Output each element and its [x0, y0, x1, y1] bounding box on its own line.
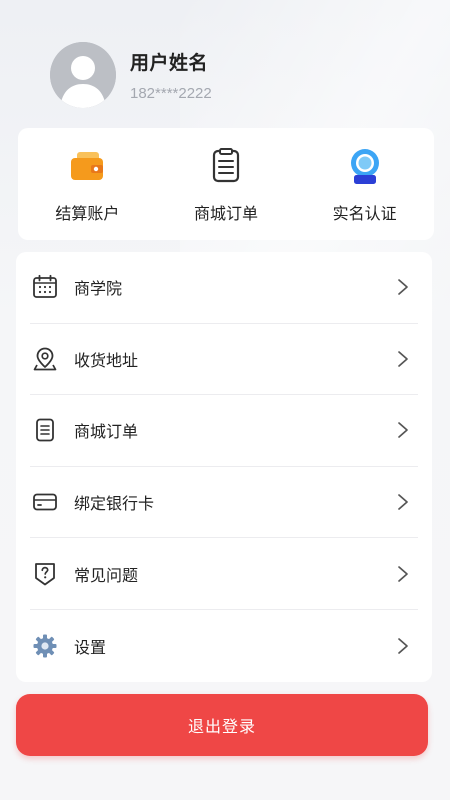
menu-item-mall-orders[interactable]: 商城订单 [30, 395, 418, 467]
quick-label: 实名认证 [332, 204, 397, 223]
user-name: 用户姓名 [130, 52, 209, 74]
menu-label: 绑定银行卡 [74, 494, 155, 514]
menu-item-faq[interactable]: 常见问题 [30, 538, 418, 610]
user-silhouette-icon [50, 42, 116, 108]
menu-item-bind-bank-card[interactable]: 绑定银行卡 [30, 467, 418, 539]
question-shield-icon [35, 562, 55, 586]
quick-real-name-verify[interactable]: 实名认证 [305, 146, 425, 224]
chevron-right-icon [398, 422, 408, 439]
order-list-icon [212, 148, 240, 183]
menu-label: 收货地址 [74, 350, 139, 370]
chevron-right-icon [398, 637, 408, 654]
menu-list: 商学院 收货地址 商城订单 绑定银行卡 常见问题 设置 [16, 252, 432, 682]
menu-label: 商城订单 [74, 422, 139, 442]
quick-label: 结算账户 [55, 204, 120, 223]
location-pin-icon [33, 347, 57, 371]
wallet-icon [71, 152, 104, 180]
calendar-icon [33, 275, 57, 299]
card-icon [33, 493, 57, 511]
quick-settlement-account[interactable]: 结算账户 [27, 146, 147, 224]
menu-item-settings[interactable]: 设置 [30, 610, 418, 682]
menu-item-shipping-address[interactable]: 收货地址 [30, 324, 418, 396]
menu-item-business-school[interactable]: 商学院 [30, 252, 418, 324]
quick-actions-card: 结算账户 商城订单 实名认证 [18, 128, 434, 240]
profile-header: 用户姓名 182****2222 [50, 42, 212, 108]
chevron-right-icon [398, 494, 408, 510]
user-phone: 182****2222 [130, 85, 212, 102]
avatar[interactable] [50, 42, 116, 108]
quick-mall-orders[interactable]: 商城订单 [166, 146, 286, 224]
chevron-right-icon [398, 351, 408, 367]
document-icon [36, 419, 54, 442]
quick-label: 商城订单 [193, 204, 258, 223]
chevron-right-icon [398, 565, 408, 582]
gear-icon [33, 634, 57, 658]
logout-button[interactable]: 退出登录 [16, 694, 428, 756]
menu-label: 设置 [74, 637, 107, 657]
menu-label: 常见问题 [74, 565, 139, 585]
id-verify-icon [350, 149, 379, 184]
menu-label: 商学院 [74, 279, 123, 299]
chevron-right-icon [398, 279, 408, 296]
